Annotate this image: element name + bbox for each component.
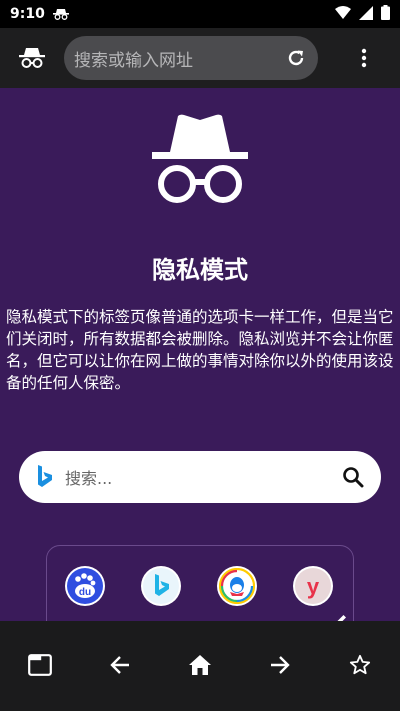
status-time: 9:10: [10, 6, 45, 22]
bing-shortcut-icon: [143, 568, 179, 604]
search-input[interactable]: 搜索...: [65, 465, 341, 489]
baidu-icon: du: [67, 568, 103, 604]
forward-arrow-icon: [271, 656, 290, 674]
address-input[interactable]: 搜索或输入网址: [74, 46, 282, 71]
page-title: 隐私模式: [152, 256, 248, 284]
baidu-label: du: [79, 587, 91, 598]
status-icons: [335, 4, 390, 24]
signal-icon: [359, 5, 373, 24]
incognito-page: 隐私模式 隐私模式下的标签页像普通的选项卡一样工作，但是当它们关闭时，所有数据都…: [0, 88, 400, 621]
home-icon: [189, 655, 211, 675]
youku-icon: y: [295, 568, 331, 604]
shortcut-panel: du y: [46, 545, 354, 621]
browser-toolbar: 搜索或输入网址: [0, 28, 400, 88]
tabs-icon: [28, 654, 52, 676]
reload-icon[interactable]: [282, 44, 310, 72]
search-box[interactable]: 搜索...: [19, 451, 381, 503]
star-icon: [349, 654, 371, 675]
bottom-navigation: [0, 621, 400, 711]
more-menu-icon[interactable]: [344, 48, 384, 68]
address-bar[interactable]: 搜索或输入网址: [64, 36, 318, 80]
edit-shortcuts-icon[interactable]: [335, 611, 347, 621]
incognito-hero-icon: [150, 114, 250, 210]
back-arrow-icon: [110, 656, 129, 674]
bing-logo-icon: [35, 464, 55, 490]
tabs-button[interactable]: [16, 641, 64, 689]
shortcut-youku[interactable]: y: [293, 566, 333, 606]
status-bar: 9:10: [0, 0, 400, 28]
incognito-tab-icon[interactable]: [0, 47, 64, 69]
home-button[interactable]: [176, 641, 224, 689]
youku-label: y: [307, 574, 320, 599]
search-icon[interactable]: [341, 465, 365, 489]
battery-icon: [381, 4, 390, 24]
forward-button[interactable]: [256, 641, 304, 689]
shortcut-qq[interactable]: [217, 566, 257, 606]
shortcut-baidu[interactable]: du: [65, 566, 105, 606]
shortcut-bing[interactable]: [141, 566, 181, 606]
incognito-description: 隐私模式下的标签页像普通的选项卡一样工作，但是当它们关闭时，所有数据都会被删除。…: [6, 308, 394, 392]
wifi-icon: [335, 5, 351, 24]
back-button[interactable]: [96, 641, 144, 689]
incognito-status-icon: [52, 8, 69, 20]
qq-icon: [219, 568, 255, 604]
bookmark-button[interactable]: [336, 641, 384, 689]
